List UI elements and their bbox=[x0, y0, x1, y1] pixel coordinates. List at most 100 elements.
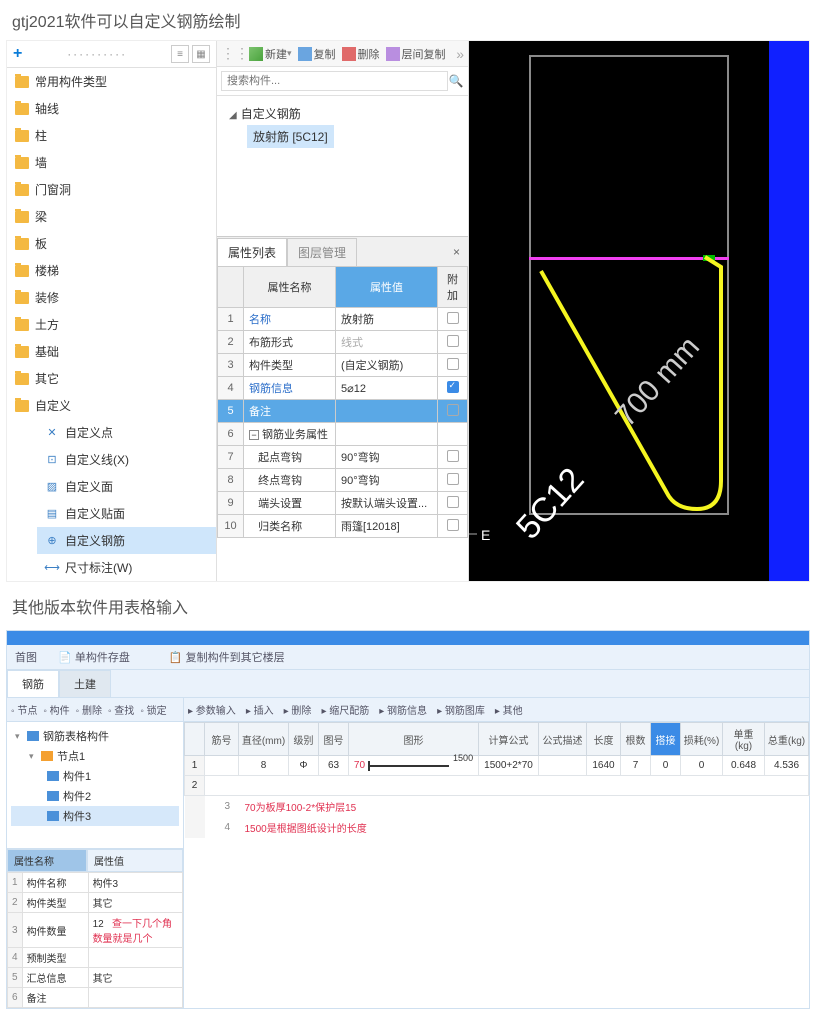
tree-node1[interactable]: ▾节点1 bbox=[11, 746, 179, 766]
cell-grade[interactable]: Φ bbox=[289, 756, 319, 776]
close-icon[interactable]: × bbox=[445, 243, 468, 261]
tree-parent[interactable]: ◢自定义钢筋 bbox=[225, 102, 460, 125]
property-row[interactable]: 5备注 bbox=[218, 400, 468, 423]
menu-save[interactable]: 📄 单构件存盘 bbox=[58, 652, 148, 664]
tree-c3-selected[interactable]: 构件3 bbox=[11, 806, 179, 826]
tree-root[interactable]: ▾钢筋表格构件 bbox=[11, 726, 179, 746]
tree-item[interactable]: 自定义 bbox=[7, 392, 216, 419]
tree-item[interactable]: 其它 bbox=[7, 365, 216, 392]
col-header[interactable]: 根数 bbox=[621, 723, 651, 756]
toolbar-item[interactable]: ▸ 删除 bbox=[284, 702, 312, 717]
tree-c1[interactable]: 构件1 bbox=[11, 766, 179, 786]
tree-item[interactable]: 墙 bbox=[7, 149, 216, 176]
tree-sub[interactable]: ▨自定义面 bbox=[37, 473, 216, 500]
col-header[interactable]: 直径(mm) bbox=[239, 723, 289, 756]
tree-item[interactable]: 门窗洞 bbox=[7, 176, 216, 203]
tree-item[interactable]: 土方 bbox=[7, 311, 216, 338]
cell-lap[interactable]: 0 bbox=[651, 756, 681, 776]
tree-item[interactable]: 基础 bbox=[7, 338, 216, 365]
toolbar-item[interactable]: ◦ 删除 bbox=[76, 702, 102, 717]
cell-uw[interactable]: 0.648 bbox=[723, 756, 765, 776]
checkbox[interactable] bbox=[447, 358, 459, 370]
toolbar-item[interactable]: ◦ 节点 bbox=[11, 702, 37, 717]
cell-desc[interactable] bbox=[539, 756, 587, 776]
cell-fig[interactable]: 63 bbox=[319, 756, 349, 776]
prop-row[interactable]: 1构件名称构件3 bbox=[8, 873, 183, 893]
cell-dia[interactable]: 8 bbox=[239, 756, 289, 776]
cell-bar[interactable] bbox=[205, 756, 239, 776]
col-header[interactable]: 图形 bbox=[349, 723, 479, 756]
prop-row[interactable]: 5汇总信息其它 bbox=[8, 968, 183, 988]
tab-layers[interactable]: 图层管理 bbox=[287, 238, 357, 266]
tree-sub[interactable]: ▤自定义贴面 bbox=[37, 500, 216, 527]
copy-button[interactable]: 复制 bbox=[298, 46, 336, 62]
col-header[interactable]: 长度 bbox=[587, 723, 621, 756]
col-header[interactable]: 计算公式 bbox=[479, 723, 539, 756]
cell-count[interactable]: 7 bbox=[621, 756, 651, 776]
col-header[interactable]: 损耗(%) bbox=[681, 723, 723, 756]
col-header[interactable]: 级别 bbox=[289, 723, 319, 756]
tree-c2[interactable]: 构件2 bbox=[11, 786, 179, 806]
list-view-icon[interactable]: ≡ bbox=[171, 45, 189, 63]
add-icon[interactable]: + bbox=[13, 45, 22, 63]
collapse-icon[interactable]: ◢ bbox=[229, 110, 237, 121]
property-row[interactable]: 10 归类名称雨篷[12018] bbox=[218, 515, 468, 538]
card-view-icon[interactable]: ▦ bbox=[192, 45, 210, 63]
col-header[interactable]: 筋号 bbox=[205, 723, 239, 756]
data-row[interactable]: 1 8 Φ 63 70 1500 1500+2*70 bbox=[185, 756, 809, 776]
toolbar-item[interactable]: ◦ 查找 bbox=[108, 702, 134, 717]
checkbox[interactable] bbox=[447, 496, 459, 508]
checkbox[interactable] bbox=[447, 381, 459, 393]
checkbox[interactable] bbox=[447, 450, 459, 462]
tab-properties[interactable]: 属性列表 bbox=[217, 238, 287, 266]
property-row[interactable]: 7 起点弯钩90°弯钩 bbox=[218, 446, 468, 469]
cell-len[interactable]: 1640 bbox=[587, 756, 621, 776]
col-header[interactable]: 单重(kg) bbox=[723, 723, 765, 756]
toolbar-item[interactable]: ▸ 插入 bbox=[246, 702, 274, 717]
prop-row[interactable]: 2构件类型其它 bbox=[8, 893, 183, 913]
tree-sub[interactable]: ✕自定义点 bbox=[37, 419, 216, 446]
delete-button[interactable]: 删除 bbox=[342, 46, 380, 62]
menu-home[interactable]: 首图 bbox=[15, 652, 37, 664]
col-header[interactable]: 公式描述 bbox=[539, 723, 587, 756]
property-row[interactable]: 9 端头设置按默认端头设置... bbox=[218, 492, 468, 515]
toolbar-item[interactable]: ▸ 缩尺配筋 bbox=[321, 702, 369, 717]
rebar-data-table[interactable]: 筋号直径(mm)级别图号图形计算公式公式描述长度根数搭接损耗(%)单重(kg)总… bbox=[184, 722, 809, 838]
cell-loss[interactable]: 0 bbox=[681, 756, 723, 776]
drawing-viewport[interactable]: 5C12 700 mm E bbox=[469, 41, 809, 581]
prop-row[interactable]: 6备注 bbox=[8, 988, 183, 1008]
property-row[interactable]: 6−钢筋业务属性 bbox=[218, 423, 468, 446]
toolbar-item[interactable]: ▸ 钢筋图库 bbox=[437, 702, 485, 717]
cell-shape[interactable]: 70 1500 bbox=[349, 756, 479, 776]
tree-sub[interactable]: ⟷尺寸标注(W) bbox=[37, 554, 216, 581]
tree-item[interactable]: 柱 bbox=[7, 122, 216, 149]
tree-item[interactable]: 常用构件类型 bbox=[7, 68, 216, 95]
property-row[interactable]: 8 终点弯钩90°弯钩 bbox=[218, 469, 468, 492]
checkbox[interactable] bbox=[447, 312, 459, 324]
prop-row[interactable]: 3构件数量12 查一下几个角数量就是几个 bbox=[8, 913, 183, 948]
tree-child-selected[interactable]: 放射筋 [5C12] bbox=[247, 125, 334, 148]
property-row[interactable]: 3构件类型(自定义钢筋) bbox=[218, 354, 468, 377]
cell-formula[interactable]: 1500+2*70 bbox=[479, 756, 539, 776]
menu-copy[interactable]: 📋 复制构件到其它楼层 bbox=[169, 652, 303, 664]
cell-tw[interactable]: 4.536 bbox=[765, 756, 809, 776]
search-input[interactable] bbox=[221, 71, 448, 91]
empty-row[interactable]: 2 bbox=[185, 776, 809, 796]
toolbar-item[interactable]: ◦ 锁定 bbox=[140, 702, 166, 717]
tree-item[interactable]: 梁 bbox=[7, 203, 216, 230]
new-button[interactable]: 新建▾ bbox=[249, 46, 292, 62]
search-icon[interactable]: 🔍 bbox=[448, 74, 464, 88]
layer-copy-button[interactable]: 层间复制 bbox=[386, 46, 446, 62]
tab-steel[interactable]: 钢筋 bbox=[7, 670, 59, 697]
tab-civil[interactable]: 土建 bbox=[59, 670, 111, 697]
expand-icon[interactable]: − bbox=[249, 430, 259, 440]
property-row[interactable]: 2布筋形式线式 bbox=[218, 331, 468, 354]
checkbox[interactable] bbox=[447, 519, 459, 531]
checkbox[interactable] bbox=[447, 335, 459, 347]
toolbar-item[interactable]: ▸ 参数输入 bbox=[188, 702, 236, 717]
col-header[interactable]: 总重(kg) bbox=[765, 723, 809, 756]
col-header[interactable]: 图号 bbox=[319, 723, 349, 756]
checkbox[interactable] bbox=[447, 404, 459, 416]
prop-row[interactable]: 4预制类型 bbox=[8, 948, 183, 968]
checkbox[interactable] bbox=[447, 473, 459, 485]
